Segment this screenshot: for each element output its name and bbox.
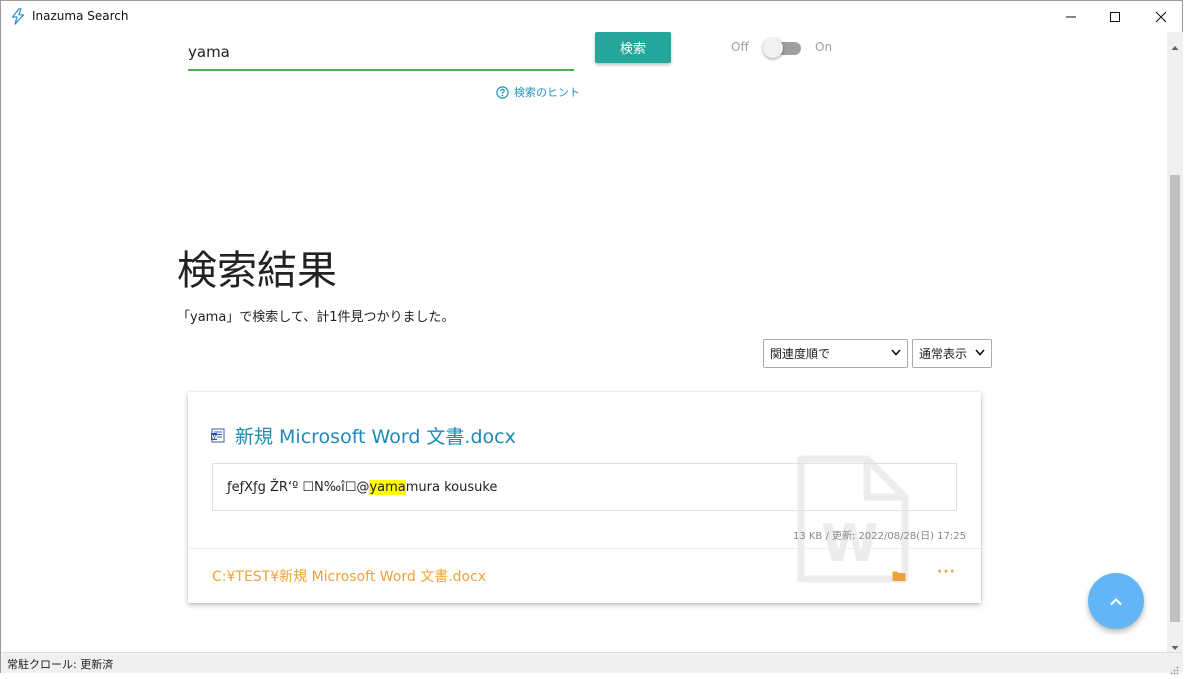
close-icon: [1155, 11, 1167, 22]
window-title: Inazuma Search: [32, 9, 129, 23]
scroll-to-top-button[interactable]: [1088, 573, 1144, 629]
snippet-text-before: ƒeƒXƒg ŽR‘º ☐N‰î☐@: [227, 480, 370, 495]
resize-grip-icon[interactable]: [1169, 660, 1179, 679]
scrollbar-thumb[interactable]: [1170, 175, 1180, 622]
results-summary: 「yama」で検索して、計1件見つかりました。: [177, 310, 455, 325]
results-heading: 検索結果: [177, 248, 337, 294]
status-bar: 常駐クロール: 更新済: [1, 652, 1183, 675]
lightning-app-icon: [10, 8, 26, 25]
close-button[interactable]: [1139, 1, 1183, 32]
sort-order-value: 関連度順で: [770, 347, 831, 361]
card-divider: [188, 548, 981, 549]
result-title-link[interactable]: 新規 Microsoft Word 文書.docx: [235, 422, 516, 449]
status-text: 常駐クロール: 更新済: [7, 658, 114, 671]
vertical-scrollbar[interactable]: [1167, 32, 1183, 652]
result-file-path-link[interactable]: C:¥TEST¥新規 Microsoft Word 文書.docx: [212, 566, 486, 586]
folder-icon[interactable]: [892, 567, 906, 586]
maximize-button[interactable]: [1093, 1, 1137, 32]
minimize-button[interactable]: [1049, 1, 1093, 32]
chevron-up-icon: [1110, 597, 1122, 605]
minimize-icon: [1066, 16, 1076, 17]
snippet-text-after: mura kousuke: [405, 480, 498, 495]
scroll-up-arrow-icon[interactable]: [1171, 36, 1179, 55]
toggle-knob[interactable]: [763, 38, 783, 58]
search-hint-label: 検索のヒント: [514, 86, 580, 99]
app-window: Inazuma Search 検索 Off On 検索のヒント 検索結果 「ya…: [0, 0, 1183, 675]
svg-text:W: W: [821, 514, 878, 574]
result-meta: 13 KB / 更新: 2022/08/28(日) 17:25: [792, 531, 966, 542]
word-file-icon: W: [211, 428, 225, 447]
toggle-on-label: On: [815, 40, 833, 54]
search-input[interactable]: [188, 35, 574, 71]
title-bar[interactable]: Inazuma Search: [1, 1, 1182, 32]
search-hint-link[interactable]: 検索のヒント: [496, 84, 580, 100]
svg-text:W: W: [212, 435, 218, 441]
chevron-down-icon: [891, 348, 901, 359]
snippet-highlight: yama: [369, 480, 406, 495]
view-mode-select[interactable]: 通常表示: [912, 339, 992, 368]
search-button[interactable]: 検索: [595, 32, 671, 63]
result-snippet: ƒeƒXƒg ŽR‘º ☐N‰î☐@yamamura kousuke: [212, 463, 957, 511]
maximize-icon: [1110, 11, 1120, 22]
chevron-down-icon: [975, 348, 985, 359]
result-card: W W 新規 Microsoft Word 文書.docx ƒeƒXƒg ŽR‘…: [188, 392, 981, 603]
question-circle-icon: [496, 85, 509, 99]
main-content: 検索 Off On 検索のヒント 検索結果 「yama」で検索して、計1件見つか…: [1, 32, 1167, 652]
more-options-icon[interactable]: ···: [937, 564, 956, 580]
toggle-off-label: Off: [731, 40, 749, 54]
sort-order-select[interactable]: 関連度順で: [763, 339, 908, 368]
view-mode-value: 通常表示: [919, 347, 968, 361]
